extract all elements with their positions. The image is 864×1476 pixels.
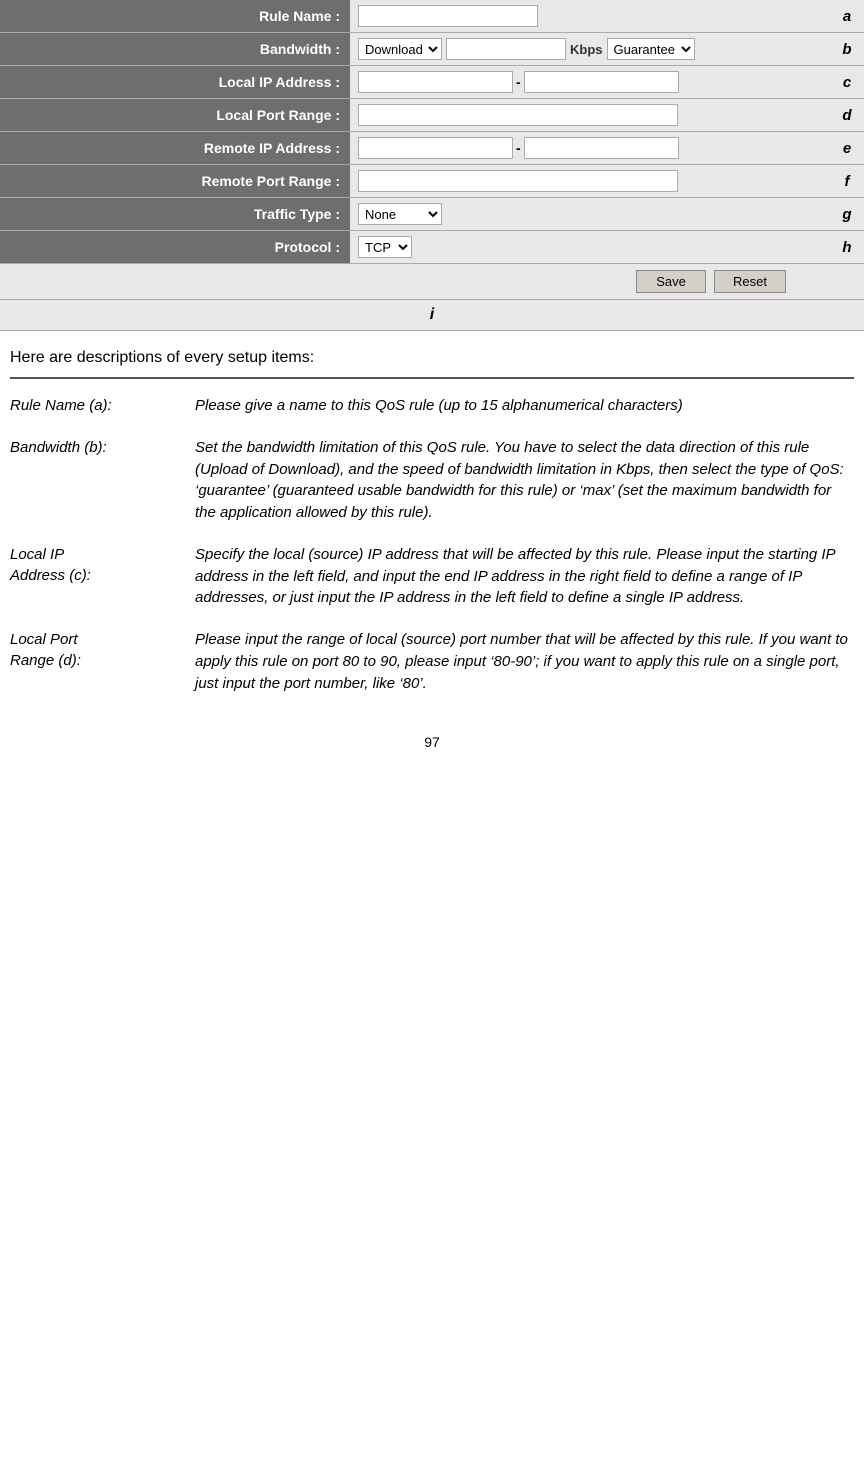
- row-letter-e: e: [834, 132, 864, 165]
- local-ip-row: Local IP Address : - c: [0, 66, 864, 99]
- desc-term-bandwidth: Bandwidth (b):: [10, 437, 195, 544]
- rule-name-row: Rule Name : a: [0, 0, 864, 33]
- descriptions-section: Here are descriptions of every setup ite…: [0, 331, 864, 770]
- button-cell: Save Reset: [0, 264, 834, 300]
- remote-port-label: Remote Port Range :: [0, 165, 350, 198]
- protocol-label: Protocol :: [0, 231, 350, 264]
- local-port-input-cell: [350, 99, 834, 132]
- letter-i-cell: i: [0, 300, 864, 331]
- row-letter-a: a: [834, 0, 864, 33]
- remote-ip-dash-separator: -: [516, 140, 521, 156]
- traffic-type-row: Traffic Type : None DSCP EF DSCP AF DSCP…: [0, 198, 864, 231]
- local-ip-start-input[interactable]: [358, 71, 513, 93]
- protocol-select[interactable]: TCP UDP Both: [358, 236, 412, 258]
- kbps-label: Kbps: [570, 42, 603, 57]
- descriptions-intro: Here are descriptions of every setup ite…: [10, 349, 854, 367]
- desc-term-local-port: Local Port Range (d):: [10, 629, 195, 714]
- qos-form-table: Rule Name : a Bandwidth : Download Uploa…: [0, 0, 864, 331]
- remote-ip-end-input[interactable]: [524, 137, 679, 159]
- remote-port-input-cell: [350, 165, 834, 198]
- bandwidth-speed-input[interactable]: [446, 38, 566, 60]
- bandwidth-direction-select[interactable]: Download Upload: [358, 38, 442, 60]
- rule-name-label: Rule Name :: [0, 0, 350, 33]
- row-letter-f: f: [834, 165, 864, 198]
- bandwidth-row: Bandwidth : Download Upload Kbps Guarant…: [0, 33, 864, 66]
- remote-port-row: Remote Port Range : f: [0, 165, 864, 198]
- desc-row-local-port: Local Port Range (d): Please input the r…: [10, 629, 854, 714]
- empty-letter-cell: [834, 264, 864, 300]
- desc-def-bandwidth: Set the bandwidth limitation of this QoS…: [195, 437, 854, 544]
- local-port-input[interactable]: [358, 104, 678, 126]
- protocol-input-cell: TCP UDP Both: [350, 231, 834, 264]
- desc-def-rule-name: Please give a name to this QoS rule (up …: [195, 395, 854, 437]
- bandwidth-label: Bandwidth :: [0, 33, 350, 66]
- rule-name-input[interactable]: [358, 5, 538, 27]
- reset-button[interactable]: Reset: [714, 270, 786, 293]
- row-letter-c: c: [834, 66, 864, 99]
- local-ip-end-input[interactable]: [524, 71, 679, 93]
- letter-i-row: i: [0, 300, 864, 331]
- descriptions-table: Rule Name (a): Please give a name to thi…: [10, 395, 854, 714]
- desc-def-local-ip: Specify the local (source) IP address th…: [195, 544, 854, 629]
- protocol-row: Protocol : TCP UDP Both h: [0, 231, 864, 264]
- row-letter-h: h: [834, 231, 864, 264]
- bandwidth-type-select[interactable]: Guarantee Max: [607, 38, 695, 60]
- local-ip-label: Local IP Address :: [0, 66, 350, 99]
- desc-row-bandwidth: Bandwidth (b): Set the bandwidth limitat…: [10, 437, 854, 544]
- traffic-type-label: Traffic Type :: [0, 198, 350, 231]
- desc-row-local-ip: Local IP Address (c): Specify the local …: [10, 544, 854, 629]
- desc-term-local-ip: Local IP Address (c):: [10, 544, 195, 629]
- local-ip-controls: -: [358, 71, 826, 93]
- row-letter-g: g: [834, 198, 864, 231]
- row-letter-d: d: [834, 99, 864, 132]
- remote-ip-controls: -: [358, 137, 826, 159]
- remote-ip-label: Remote IP Address :: [0, 132, 350, 165]
- row-letter-b: b: [834, 33, 864, 66]
- remote-port-input[interactable]: [358, 170, 678, 192]
- button-row: Save Reset: [0, 264, 864, 300]
- bandwidth-controls: Download Upload Kbps Guarantee Max: [358, 38, 826, 60]
- bandwidth-input-cell: Download Upload Kbps Guarantee Max: [350, 33, 834, 66]
- traffic-type-input-cell: None DSCP EF DSCP AF DSCP CS: [350, 198, 834, 231]
- remote-ip-row: Remote IP Address : - e: [0, 132, 864, 165]
- rule-name-input-cell: [350, 0, 834, 33]
- remote-ip-input-cell: -: [350, 132, 834, 165]
- traffic-type-select[interactable]: None DSCP EF DSCP AF DSCP CS: [358, 203, 442, 225]
- local-ip-input-cell: -: [350, 66, 834, 99]
- save-button[interactable]: Save: [636, 270, 706, 293]
- desc-def-local-port: Please input the range of local (source)…: [195, 629, 854, 714]
- save-reset-area: Save Reset: [8, 270, 826, 293]
- local-port-row: Local Port Range : d: [0, 99, 864, 132]
- remote-ip-start-input[interactable]: [358, 137, 513, 159]
- local-port-label: Local Port Range :: [0, 99, 350, 132]
- ip-dash-separator: -: [516, 74, 521, 90]
- desc-term-rule-name: Rule Name (a):: [10, 395, 195, 437]
- desc-row-rule-name: Rule Name (a): Please give a name to thi…: [10, 395, 854, 437]
- section-divider: [10, 377, 854, 379]
- page-number: 97: [10, 734, 854, 760]
